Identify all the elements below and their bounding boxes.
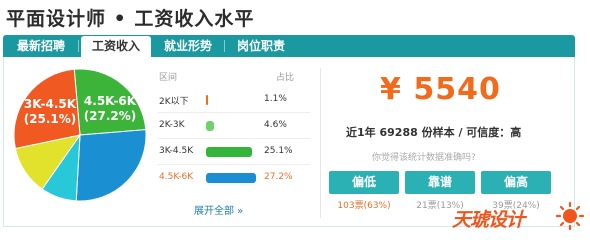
- table-row: 2K-3K 4.6%: [158, 118, 310, 134]
- vote-high-button[interactable]: 偏高: [481, 171, 551, 194]
- sample-suffix: 份样本 / 可信度：高: [421, 126, 522, 139]
- row-label: 2K以下: [159, 97, 189, 107]
- pie-label-range: 3K-4.5K: [24, 97, 77, 111]
- sample-prefix: 近1年: [346, 126, 376, 139]
- pie-label-pct: (27.2%): [84, 109, 137, 123]
- vote-percent: (63%): [363, 201, 391, 211]
- table-row: 2K以下 1.1%: [158, 92, 310, 108]
- pie-slice-1: [75, 129, 147, 202]
- vertical-divider: [320, 68, 321, 218]
- sun-icon: [555, 201, 585, 231]
- row-bar: [206, 173, 256, 183]
- header-share: 占比: [276, 73, 295, 83]
- row-label: 4.5K-6K: [159, 172, 194, 182]
- salary-pie-chart: 3K-4.5K (25.1%) 4.5K-6K (27.2%): [13, 68, 147, 202]
- tab-latest-jobs[interactable]: 最新招聘: [5, 35, 77, 57]
- table-row-highlighted: 4.5K-6K 27.2%: [158, 170, 310, 186]
- tab-separator: [78, 40, 79, 52]
- tab-employment[interactable]: 就业形势: [153, 35, 223, 57]
- row-percent: 27.2%: [264, 172, 293, 182]
- table-header: 区间 占比: [158, 70, 310, 84]
- accuracy-question: 你觉得该统计数据准确吗?: [372, 153, 476, 163]
- pie-label-pct: (25.1%): [24, 112, 77, 126]
- row-divider: [158, 138, 310, 139]
- tab-duties[interactable]: 岗位职责: [226, 35, 296, 57]
- row-bar: [206, 121, 214, 131]
- vote-count: 21票: [416, 201, 437, 211]
- row-divider: [158, 164, 310, 165]
- vote-count: 103票: [337, 201, 364, 211]
- vote-result: 103票(63%): [329, 198, 399, 211]
- tab-separator: [224, 40, 225, 52]
- tab-bar: 最新招聘 工资收入 就业形势 岗位职责: [3, 35, 575, 57]
- brand-logo: 天琥设计: [452, 201, 586, 235]
- table-row: 3K-4.5K 25.1%: [158, 144, 310, 160]
- row-label: 3K-4.5K: [159, 146, 194, 156]
- row-bar: [206, 147, 252, 157]
- vote-reliable-button[interactable]: 靠谱: [405, 171, 475, 194]
- row-percent: 25.1%: [264, 146, 293, 156]
- sample-info: 近1年 69288 份样本 / 可信度：高: [346, 124, 521, 140]
- row-bar: [206, 95, 208, 105]
- pie-label-range: 4.5K-6K: [84, 94, 137, 108]
- row-percent: 1.1%: [264, 94, 287, 104]
- header-range: 区间: [159, 73, 178, 83]
- vote-low-button[interactable]: 偏低: [329, 171, 399, 194]
- sample-count: 69288: [379, 126, 418, 139]
- expand-all-link[interactable]: 展开全部 »: [194, 202, 243, 217]
- row-label: 2K-3K: [159, 120, 185, 130]
- average-salary: ¥ 5540: [380, 72, 501, 107]
- tab-salary[interactable]: 工资收入: [81, 36, 151, 57]
- page-title: 平面设计师 • 工资收入水平: [6, 8, 255, 30]
- logo-text: 天琥设计: [452, 209, 525, 231]
- row-divider: [158, 112, 310, 113]
- row-percent: 4.6%: [264, 120, 287, 130]
